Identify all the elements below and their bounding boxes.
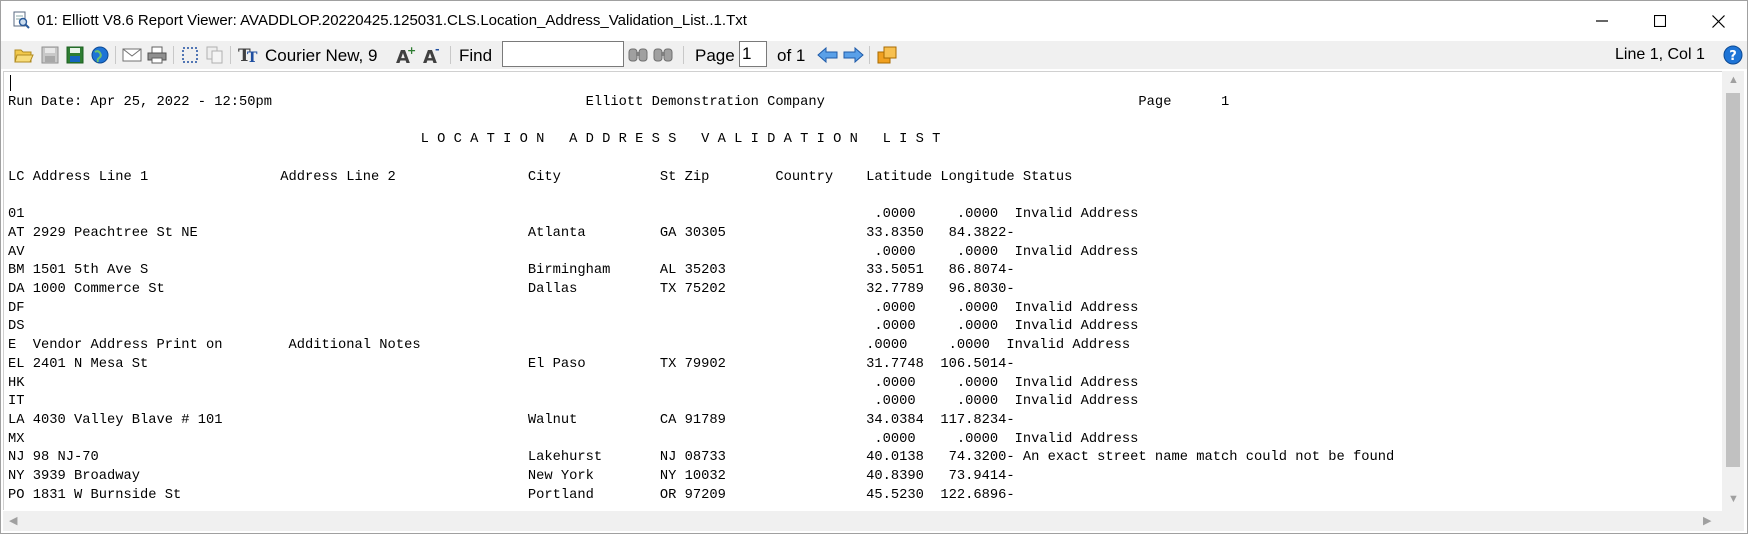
previous-page-button[interactable] [817,44,839,66]
minimize-button[interactable] [1573,1,1631,41]
find-previous-button[interactable] [653,44,675,66]
report-line: LA 4030 Valley Blave # 101 Walnut CA 917… [8,412,1015,428]
text-caret [10,75,11,91]
print-icon [147,46,167,64]
font-smaller-icon: A- [423,45,440,65]
maximize-button[interactable] [1631,1,1689,41]
svg-text:+: + [407,45,416,57]
font-larger-button[interactable]: A + [395,44,417,66]
font-name-label[interactable]: Courier New, 9 [265,46,377,66]
find-label: Find [459,46,493,65]
report-text-area[interactable]: Run Date: Apr 25, 2022 - 12:50pm Elliott… [3,71,1722,510]
report-line: LC Address Line 1 Address Line 2 City St… [8,169,1073,185]
copy-button[interactable] [204,44,226,66]
svg-text:T: T [247,50,258,65]
font-icon: TT [238,46,258,65]
report-line: Run Date: Apr 25, 2022 - 12:50pm Elliott… [8,95,1230,110]
select-button[interactable] [179,44,201,66]
report-line: IT .0000 .0000 Invalid Address [8,394,1139,410]
find-previous-icon [653,48,673,62]
help-icon: ? [1723,45,1743,65]
scroll-down-icon[interactable]: ▼ [1728,493,1739,505]
report-line: DA 1000 Commerce St Dallas TX 75202 32.7… [8,282,1015,298]
page-count-label: of 1 [777,46,806,65]
report-line: PO 1831 W Burnside St Portland OR 97209 … [8,487,1015,503]
scroll-up-icon[interactable]: ▲ [1728,74,1739,86]
report-line: AV .0000 .0000 Invalid Address [8,244,1139,260]
export-icon [877,46,897,64]
report-viewer-app-icon [12,11,30,29]
font-smaller-button[interactable]: A- [422,44,444,66]
help-button[interactable]: ? [1722,44,1744,66]
globe-icon [91,46,109,64]
open-folder-icon [14,49,34,63]
font-button[interactable]: TT [237,44,261,66]
vertical-scrollbar[interactable]: ▲ ▼ [1722,71,1744,511]
report-line: 01 .0000 .0000 Invalid Address [8,207,1139,223]
scroll-right-icon[interactable]: ▶ [1703,514,1711,527]
svg-text:?: ? [1729,49,1737,64]
next-page-button[interactable] [842,44,864,66]
report-line: AT 2929 Peachtree St NE Atlanta GA 30305… [8,225,1015,241]
save-icon [41,46,59,64]
find-input[interactable] [502,41,624,67]
find-next-icon [628,48,648,62]
print-button[interactable] [146,44,168,66]
save-as-icon [66,46,84,64]
horizontal-scrollbar[interactable]: ◀ ▶ [3,511,1722,531]
page-label: Page [695,46,735,65]
report-line: NJ 98 NJ-70 Lakehurst NJ 08733 40.0138 7… [8,450,1395,466]
web-button[interactable] [89,44,111,66]
report-line: NY 3939 Broadway New York NY 10032 40.83… [8,469,1015,485]
report-line: DF .0000 .0000 Invalid Address [8,300,1139,316]
title-bar: 01: Elliott V8.6 Report Viewer: AVADDLOP… [1,1,1747,41]
window-title: 01: Elliott V8.6 Report Viewer: AVADDLOP… [37,12,747,29]
close-button[interactable] [1689,1,1747,41]
report-line: E Vendor Address Print on Additional Not… [8,338,1131,354]
toolbar: TT Courier New, 9 A + A- Find Page of 1 L… [1,41,1747,69]
previous-page-icon [817,46,838,64]
vertical-scroll-thumb[interactable] [1726,93,1740,467]
select-icon [182,47,198,63]
email-button[interactable] [121,44,143,66]
maximize-icon [1654,15,1666,27]
mail-icon [122,48,142,62]
save-as-button[interactable] [64,44,86,66]
cursor-position: Line 1, Col 1 [1615,46,1705,63]
report-line: EL 2401 N Mesa St El Paso TX 79902 31.77… [8,356,1015,372]
page-number-input[interactable] [739,41,767,67]
report-line: L O C A T I O N A D D R E S S V A L I D … [8,132,941,148]
font-larger-icon: A+ [396,45,416,65]
close-icon [1711,14,1725,28]
report-line: DS .0000 .0000 Invalid Address [8,319,1139,335]
report-text: Run Date: Apr 25, 2022 - 12:50pm Elliott… [8,94,1394,505]
scrollbar-corner [1722,511,1744,531]
svg-text:-: - [435,45,440,56]
next-page-icon [843,46,864,64]
report-viewer-window: 01: Elliott V8.6 Report Viewer: AVADDLOP… [0,0,1748,534]
report-line: HK .0000 .0000 Invalid Address [8,375,1139,391]
report-line: BM 1501 5th Ave S Birmingham AL 35203 33… [8,263,1015,279]
scroll-left-icon[interactable]: ◀ [9,514,17,527]
copy-icon [206,46,223,64]
export-button[interactable] [876,44,898,66]
save-button[interactable] [39,44,61,66]
minimize-icon [1596,20,1608,22]
report-line: MX .0000 .0000 Invalid Address [8,431,1139,447]
find-next-button[interactable] [628,44,650,66]
open-button[interactable] [13,44,35,66]
